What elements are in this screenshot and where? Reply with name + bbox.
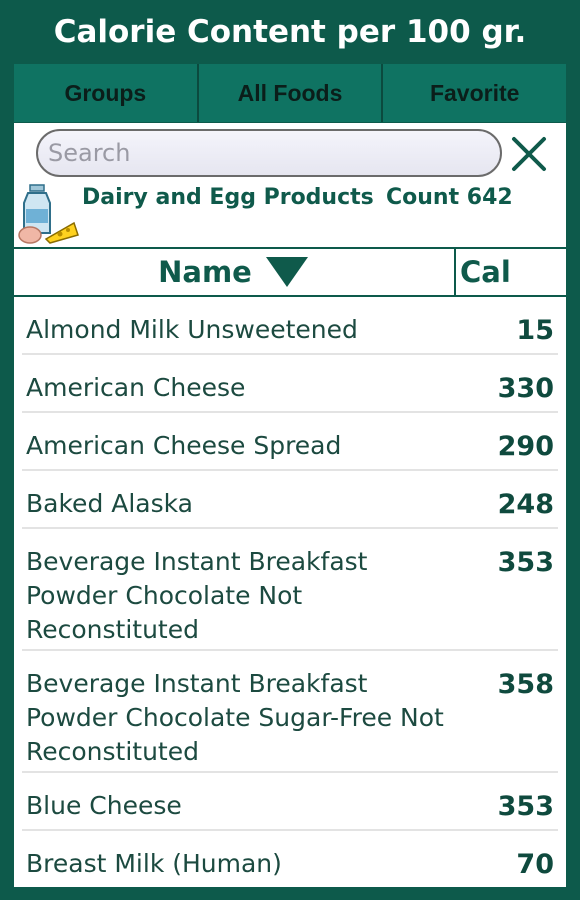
list-item[interactable]: Beverage Instant Breakfast Powder Chocol… [22,651,558,773]
food-name: Breast Milk (Human) [26,849,282,878]
food-calories: 358 [497,669,554,700]
food-name: Beverage Instant Breakfast Powder Chocol… [26,547,368,644]
list-item[interactable]: Blue Cheese 353 [22,773,558,831]
table-header: Name Cal [14,249,566,295]
list-item[interactable]: American Cheese Spread 290 [22,413,558,471]
tab-bar: Groups All Foods Favorite [14,64,566,122]
filter-panel: Dairy and Egg Products Count 642 [14,123,566,247]
food-calories: 248 [497,489,554,520]
food-name: American Cheese [26,373,246,402]
list-item[interactable]: American Cheese 330 [22,355,558,413]
food-calories: 290 [497,431,554,462]
food-name: Beverage Instant Breakfast Powder Chocol… [26,669,444,766]
food-calories: 70 [516,849,554,880]
food-calories: 15 [516,315,554,346]
food-list: Almond Milk Unsweetened 15 American Chee… [14,297,566,887]
list-item[interactable]: Breast Milk (Human) 70 [22,831,558,887]
tab-all-foods[interactable]: All Foods [196,64,382,122]
dairy-icon [18,184,79,244]
name-header-label: Name [158,255,252,289]
cal-column-header[interactable]: Cal [458,249,568,295]
food-calories: 353 [497,791,554,822]
food-name: American Cheese Spread [26,431,342,460]
list-item[interactable]: Baked Alaska 248 [22,471,558,529]
name-column-header[interactable]: Name [14,249,456,295]
group-count: Count 642 [386,185,513,210]
food-name: Blue Cheese [26,791,182,820]
food-name: Almond Milk Unsweetened [26,315,358,344]
food-calories: 353 [497,547,554,578]
tab-groups[interactable]: Groups [14,64,197,122]
list-item[interactable]: Beverage Instant Breakfast Powder Chocol… [22,529,558,651]
close-icon[interactable] [510,135,548,173]
sort-down-icon [265,257,308,287]
food-calories: 330 [497,373,554,404]
search-input[interactable] [36,129,502,177]
food-name: Baked Alaska [26,489,194,518]
group-name: Dairy and Egg Products [82,185,374,210]
list-item[interactable]: Almond Milk Unsweetened 15 [22,297,558,355]
tab-favorite[interactable]: Favorite [381,64,566,122]
app-title: Calorie Content per 100 gr. [53,14,527,50]
